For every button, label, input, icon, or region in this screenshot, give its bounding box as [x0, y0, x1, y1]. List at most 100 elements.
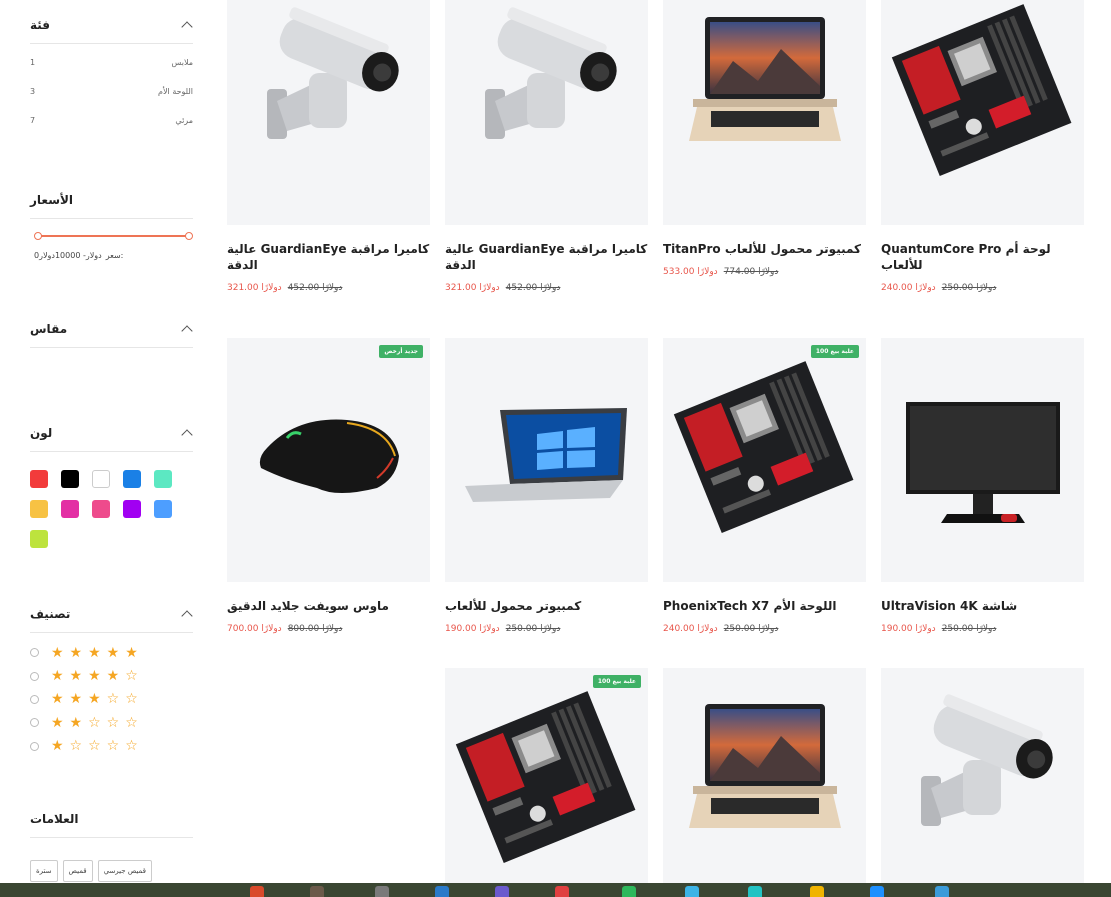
product-image[interactable]	[445, 0, 648, 225]
color-swatch[interactable]	[154, 470, 172, 488]
taskbar-app-icon[interactable]	[748, 886, 762, 897]
price-min-handle[interactable]	[34, 232, 42, 240]
product-image[interactable]	[445, 338, 648, 582]
motherboard-image	[891, 4, 1072, 177]
color-swatch[interactable]	[61, 470, 79, 488]
star-rating-icon: ★★★☆☆	[51, 691, 144, 708]
category-header[interactable]: فئة	[30, 16, 193, 44]
category-item[interactable]: 1 ملابس	[30, 48, 193, 77]
size-header[interactable]: مقاس	[30, 320, 193, 348]
product-card[interactable]: علبة بيع 100	[445, 668, 648, 897]
taskbar-app-icon[interactable]	[435, 886, 449, 897]
product-card[interactable]: كاميرا مراقبة GuardianEye عالية الدقة 321…	[227, 0, 430, 293]
chevron-up-icon[interactable]	[181, 324, 193, 337]
color-swatch[interactable]	[30, 470, 48, 488]
product-image[interactable]: علبة بيع 100	[663, 338, 866, 582]
original-price: 452.00 دولارًا	[505, 283, 561, 293]
price-max-handle[interactable]	[185, 232, 193, 240]
product-name[interactable]: كمبيوتر محمول للألعاب	[445, 598, 648, 614]
product-image[interactable]	[663, 0, 866, 225]
size-filter: مقاس	[30, 320, 193, 348]
taskbar-app-icon[interactable]	[375, 886, 389, 897]
security-camera-image	[921, 694, 1053, 826]
product-image[interactable]	[881, 668, 1084, 897]
taskbar-app-icon[interactable]	[555, 886, 569, 897]
price-range-value: 0دولار- 10000دولار	[34, 251, 102, 260]
product-name[interactable]: لوحة أم QuantumCore Pro للألعاب	[881, 241, 1084, 273]
price-range-slider[interactable]	[30, 231, 193, 241]
rating-option[interactable]: ★★★☆☆	[30, 688, 193, 711]
rating-radio[interactable]	[30, 671, 39, 681]
rating-radio[interactable]	[30, 648, 39, 658]
price-range-text: 0دولار- 10000دولار سعر:	[30, 251, 193, 260]
product-card[interactable]: علبة بيع 100 اللوحة الأم PhoenixTech X7 24…	[663, 338, 866, 634]
category-item[interactable]: 7 مرئي	[30, 106, 193, 135]
size-title: مقاس	[30, 321, 68, 336]
product-prices: 190.00 دولارًا 250.00 دولارًا	[445, 624, 648, 634]
price-header[interactable]: الأسعار	[30, 191, 193, 219]
rating-radio[interactable]	[30, 694, 39, 704]
rating-radio[interactable]	[30, 718, 39, 728]
product-card[interactable]: شاشة UltraVision 4K 190.00 دولارًا 250.00 …	[881, 338, 1084, 634]
product-card[interactable]: كاميرا مراقبة GuardianEye عالية الدقة 321…	[445, 0, 648, 293]
color-swatches	[30, 470, 190, 548]
sale-price: 240.00 دولارًا	[881, 283, 936, 293]
product-name[interactable]: كمبيوتر محمول للألعاب TitanPro	[663, 241, 866, 257]
taskbar-app-icon[interactable]	[870, 886, 884, 897]
product-name[interactable]: كاميرا مراقبة GuardianEye عالية الدقة	[445, 241, 648, 273]
product-card[interactable]	[881, 668, 1084, 897]
tag-chip[interactable]: سترة	[30, 860, 58, 882]
taskbar-app-icon[interactable]	[310, 886, 324, 897]
tag-chip[interactable]: قميص	[62, 860, 93, 882]
product-card[interactable]: كمبيوتر محمول للألعاب TitanPro 533.00 دول…	[663, 0, 866, 277]
product-card[interactable]: لوحة أم QuantumCore Pro للألعاب 240.00 دو…	[881, 0, 1084, 293]
product-card[interactable]: جديد أرخص ماوس سويفت جلايد الدقيق 700.00 د…	[227, 338, 430, 634]
chevron-up-icon[interactable]	[181, 20, 193, 33]
product-name[interactable]: اللوحة الأم PhoenixTech X7	[663, 598, 866, 614]
color-swatch[interactable]	[92, 500, 110, 518]
category-item[interactable]: 3 اللوحة الأم	[30, 77, 193, 106]
color-swatch[interactable]	[30, 530, 48, 548]
price-title: الأسعار	[30, 192, 74, 207]
taskbar-app-icon[interactable]	[935, 886, 949, 897]
chevron-up-icon[interactable]	[181, 428, 193, 441]
rating-header[interactable]: تصنيف	[30, 605, 193, 633]
taskbar-app-icon[interactable]	[685, 886, 699, 897]
color-swatch[interactable]	[30, 500, 48, 518]
original-price: 250.00 دولارًا	[505, 624, 561, 634]
product-prices: 321.00 دولارًا 452.00 دولارًا	[227, 283, 430, 293]
taskbar-app-icon[interactable]	[495, 886, 509, 897]
product-name[interactable]: كاميرا مراقبة GuardianEye عالية الدقة	[227, 241, 430, 273]
chevron-up-icon[interactable]	[181, 609, 193, 622]
color-swatch[interactable]	[92, 470, 110, 488]
tag-chip[interactable]: قميص جيرسي	[97, 860, 152, 882]
category-item-label: ملابس	[171, 58, 193, 67]
product-name[interactable]: ماوس سويفت جلايد الدقيق	[227, 598, 430, 614]
product-name[interactable]: شاشة UltraVision 4K	[881, 598, 1084, 614]
product-image[interactable]	[227, 0, 430, 225]
product-image[interactable]	[881, 338, 1084, 582]
color-header[interactable]: لون	[30, 424, 193, 452]
product-image[interactable]: علبة بيع 100	[445, 668, 648, 897]
color-swatch[interactable]	[123, 470, 141, 488]
rating-option[interactable]: ★★☆☆☆	[30, 711, 193, 734]
taskbar-app-icon[interactable]	[622, 886, 636, 897]
rating-radio[interactable]	[30, 741, 39, 751]
rating-option[interactable]: ★☆☆☆☆	[30, 735, 193, 758]
color-swatch[interactable]	[61, 500, 79, 518]
taskbar-app-icon[interactable]	[250, 886, 264, 897]
product-prices: 533.00 دولارًا 774.00 دولارًا	[663, 267, 866, 277]
tags-header[interactable]: العلامات	[30, 810, 193, 838]
sale-price: 190.00 دولارًا	[445, 624, 500, 634]
taskbar-app-icon[interactable]	[810, 886, 824, 897]
rating-option[interactable]: ★★★★☆	[30, 664, 193, 687]
rating-option[interactable]: ★★★★★	[30, 641, 193, 664]
product-card[interactable]: كمبيوتر محمول للألعاب 190.00 دولارًا 250.0…	[445, 338, 648, 634]
product-image[interactable]	[663, 668, 866, 897]
product-image[interactable]	[881, 0, 1084, 225]
product-card[interactable]	[663, 668, 866, 897]
color-swatch[interactable]	[123, 500, 141, 518]
laptop-image	[689, 17, 841, 141]
product-image[interactable]: جديد أرخص	[227, 338, 430, 582]
color-swatch[interactable]	[154, 500, 172, 518]
